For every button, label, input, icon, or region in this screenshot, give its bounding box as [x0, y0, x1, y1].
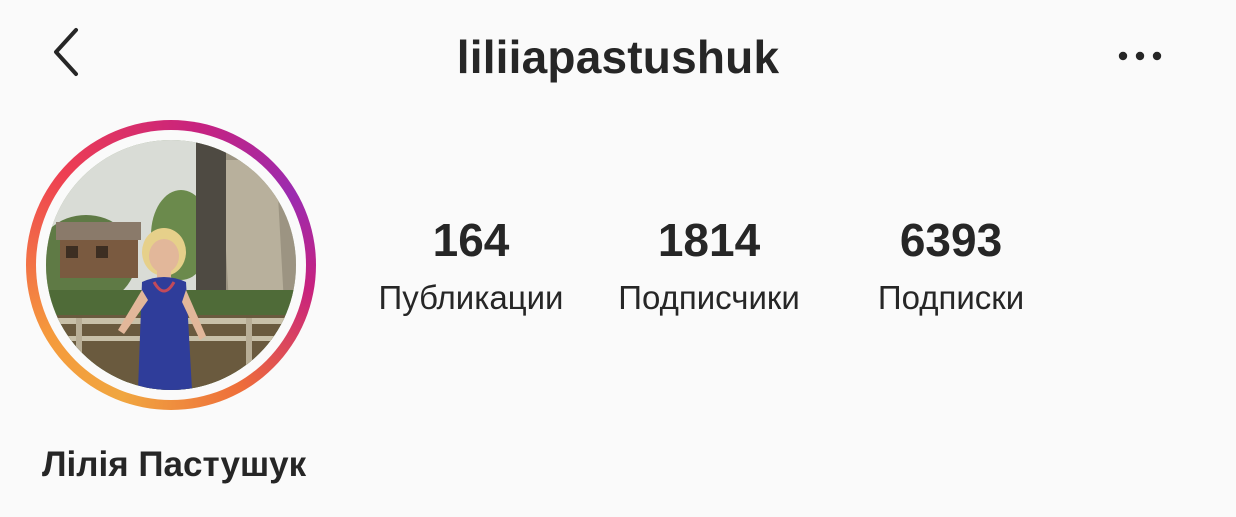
top-navigation-bar: liliiapastushuk — [0, 0, 1236, 110]
following-count: 6393 — [899, 214, 1003, 266]
more-horizontal-icon — [1118, 51, 1162, 61]
profile-stats: 164 Публикации 1814 Подписчики 6393 Подп… — [0, 212, 1236, 322]
stat-followers[interactable]: 1814 Подписчики — [600, 212, 818, 320]
followers-count: 1814 — [657, 214, 761, 266]
stat-following[interactable]: 6393 Подписки — [842, 212, 1060, 320]
followers-label: Подписчики — [618, 279, 800, 316]
following-label: Подписки — [877, 279, 1025, 316]
more-options-button[interactable] — [1108, 36, 1172, 76]
profile-full-name: Лілія Пастушук — [42, 445, 307, 484]
posts-count: 164 — [432, 214, 510, 266]
posts-label: Публикации — [378, 279, 564, 316]
profile-username: liliiapastushuk — [456, 31, 780, 83]
stat-posts[interactable]: 164 Публикации — [362, 212, 580, 320]
